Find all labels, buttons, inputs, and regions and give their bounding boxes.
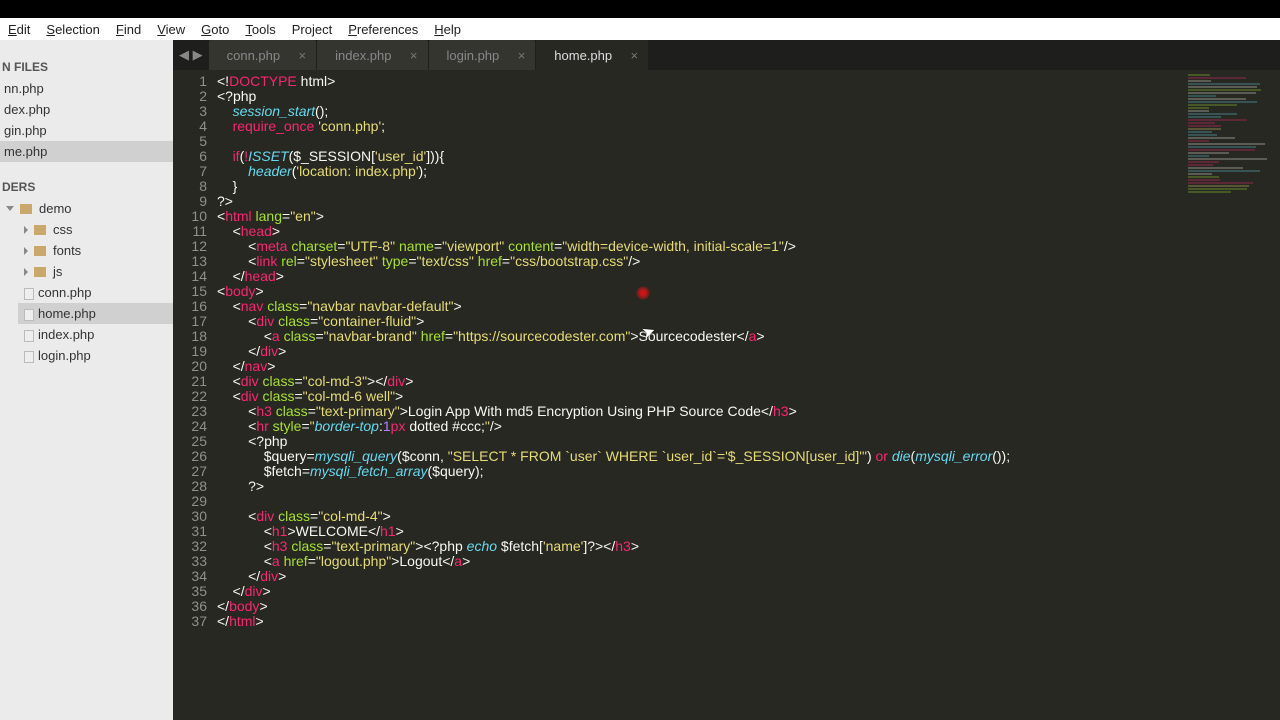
- tab-nav-arrows[interactable]: ◀ ▶: [173, 40, 209, 70]
- open-file-item[interactable]: gin.php: [0, 120, 173, 141]
- code-editor[interactable]: 1234567891011121314151617181920212223242…: [173, 70, 1280, 629]
- tab-bar: ◀ ▶ conn.php×index.php×login.php×home.ph…: [173, 40, 1280, 70]
- folder-item[interactable]: js: [18, 261, 173, 282]
- tab-home-php[interactable]: home.php×: [536, 40, 648, 70]
- open-file-item[interactable]: nn.php: [0, 78, 173, 99]
- file-item[interactable]: home.php: [18, 303, 173, 324]
- menu-selection[interactable]: Selection: [38, 20, 107, 39]
- open-file-item[interactable]: me.php: [0, 141, 173, 162]
- menu-help[interactable]: Help: [426, 20, 469, 39]
- sidebar: N FILES nn.phpdex.phpgin.phpme.php DERS …: [0, 40, 173, 720]
- menu-find[interactable]: Find: [108, 20, 149, 39]
- open-file-item[interactable]: dex.php: [0, 99, 173, 120]
- menu-bar: EditSelectionFindViewGotoToolsProjectPre…: [0, 18, 1280, 40]
- tab-close-icon[interactable]: ×: [518, 48, 526, 63]
- folders-header: DERS: [0, 176, 173, 198]
- file-item[interactable]: login.php: [18, 345, 173, 366]
- menu-project[interactable]: Project: [284, 20, 340, 39]
- menu-preferences[interactable]: Preferences: [340, 20, 426, 39]
- tab-close-icon[interactable]: ×: [410, 48, 418, 63]
- folder-item[interactable]: fonts: [18, 240, 173, 261]
- folder-root[interactable]: demo: [0, 198, 173, 219]
- tab-login-php[interactable]: login.php×: [429, 40, 536, 70]
- file-item[interactable]: index.php: [18, 324, 173, 345]
- file-item[interactable]: conn.php: [18, 282, 173, 303]
- minimap[interactable]: [1188, 74, 1278, 194]
- tab-close-icon[interactable]: ×: [631, 48, 639, 63]
- folder-root-label: demo: [39, 201, 72, 216]
- tab-close-icon[interactable]: ×: [299, 48, 307, 63]
- tab-index-php[interactable]: index.php×: [317, 40, 427, 70]
- menu-tools[interactable]: Tools: [237, 20, 283, 39]
- cursor-highlight: [636, 286, 650, 300]
- menu-view[interactable]: View: [149, 20, 193, 39]
- folder-item[interactable]: css: [18, 219, 173, 240]
- menu-edit[interactable]: Edit: [0, 20, 38, 39]
- titlebar-black: [0, 0, 1280, 18]
- menu-goto[interactable]: Goto: [193, 20, 237, 39]
- open-files-header: N FILES: [0, 56, 173, 78]
- tab-conn-php[interactable]: conn.php×: [209, 40, 317, 70]
- editor-area: ◀ ▶ conn.php×index.php×login.php×home.ph…: [173, 40, 1280, 720]
